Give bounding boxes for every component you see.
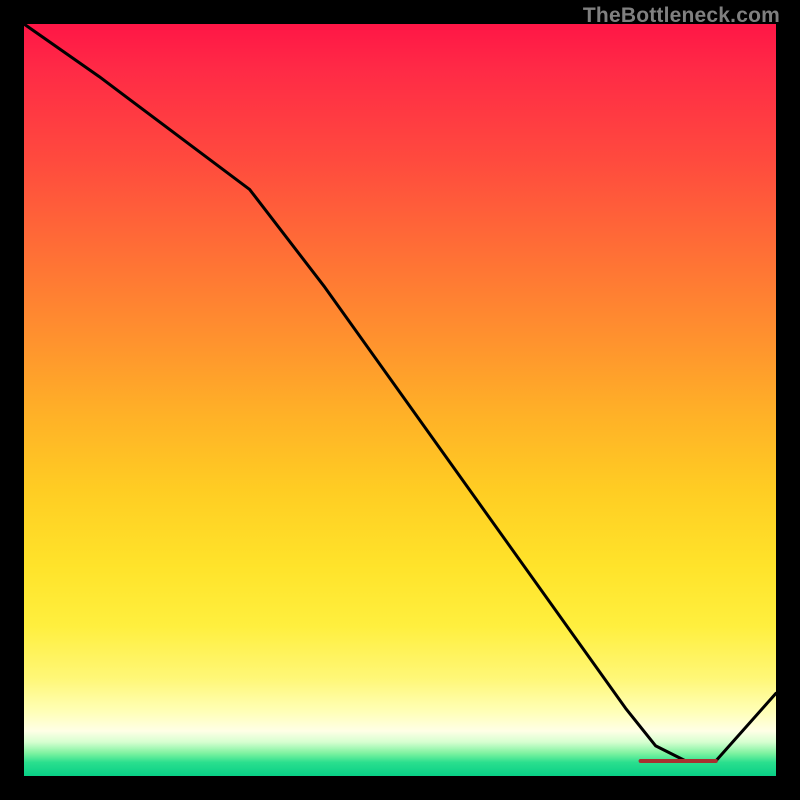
bottleneck-curve	[24, 24, 776, 761]
chart-svg	[0, 0, 800, 800]
chart-frame: TheBottleneck.com	[0, 0, 800, 800]
